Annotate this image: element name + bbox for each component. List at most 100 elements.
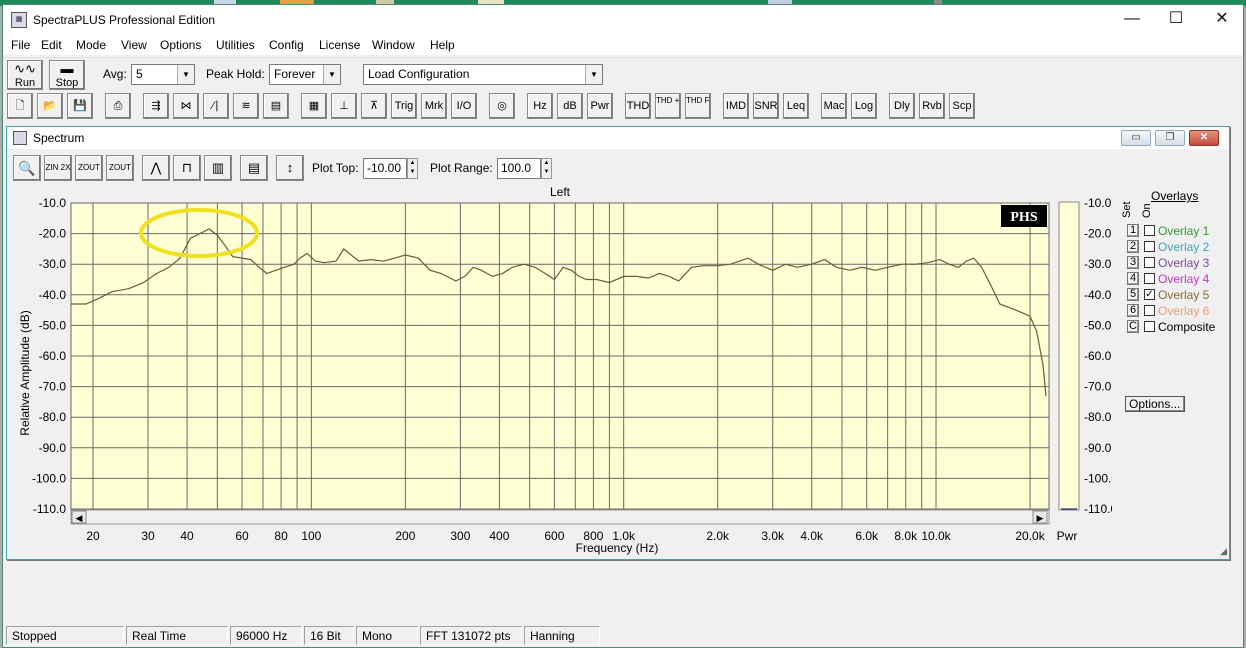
- overlay-on-checkbox[interactable]: [1144, 305, 1155, 316]
- generator-icon[interactable]: ⇶: [143, 93, 169, 119]
- close-button[interactable]: ✕: [1199, 5, 1245, 35]
- pwr-button[interactable]: Pwr: [587, 93, 613, 119]
- snr-button[interactable]: SNR: [753, 93, 779, 119]
- status-bit-depth: 16 Bit: [304, 626, 354, 645]
- scp-button[interactable]: Scp: [949, 93, 975, 119]
- time-series-icon[interactable]: ∕∣: [203, 93, 229, 119]
- log-button[interactable]: Log: [851, 93, 877, 119]
- print-icon[interactable]: ⎙: [105, 93, 131, 119]
- overlay-on-checkbox[interactable]: [1144, 225, 1155, 236]
- title-bar: ▦ SpectraPLUS Professional Edition — ☐ ✕: [3, 5, 1243, 35]
- menu-mode[interactable]: Mode: [76, 38, 106, 52]
- y-tick-label-right: -90.0: [1084, 441, 1112, 455]
- overlay-row: 1 Overlay 1: [1117, 223, 1227, 239]
- scroll-left-arrow-icon: ◀: [76, 513, 83, 523]
- y-tick-label-right: -80.0: [1084, 410, 1112, 424]
- overlay-set-button[interactable]: 1: [1127, 224, 1139, 237]
- sine-wave-icon: ∿∿: [14, 61, 36, 76]
- x-tick-label: 4.0k: [800, 529, 824, 543]
- overlay-on-checkbox[interactable]: [1144, 241, 1155, 252]
- configuration-value: Load Configuration: [368, 67, 470, 81]
- menu-view[interactable]: View: [121, 38, 147, 52]
- horizontal-scrollbar[interactable]: ◀ ▶: [70, 509, 1050, 525]
- io-button[interactable]: I/O: [451, 93, 477, 119]
- menu-options[interactable]: Options: [160, 38, 201, 52]
- status-mode: Real Time: [126, 626, 228, 645]
- overlay-on-checkbox[interactable]: [1144, 273, 1155, 284]
- db-button[interactable]: dB: [557, 93, 583, 119]
- overlay-row: C Composite: [1117, 319, 1227, 335]
- maximize-button[interactable]: ☐: [1153, 5, 1199, 35]
- chevron-down-icon[interactable]: ▼: [323, 65, 340, 84]
- y-tick-label: -90.0: [39, 441, 67, 455]
- leq-button[interactable]: Leq: [783, 93, 809, 119]
- menu-edit[interactable]: Edit: [41, 38, 62, 52]
- menu-bar: File Edit Mode View Options Utilities Co…: [3, 35, 1243, 55]
- spectrum-window: Spectrum ▭ ❐ ✕ 🔍 ZIN 2X ZOUT 2X ZOUT FUL…: [6, 126, 1230, 560]
- overlay-on-checkbox[interactable]: [1144, 257, 1155, 268]
- open-folder-icon[interactable]: 📂: [37, 93, 63, 119]
- y-axis-label: Relative Amplitude (dB): [18, 310, 32, 435]
- menu-config[interactable]: Config: [269, 38, 304, 52]
- peak-hold-select[interactable]: Forever ▼: [269, 64, 341, 85]
- channel-label: Left: [550, 185, 571, 199]
- thd-freq-button[interactable]: THD Freq: [685, 93, 711, 119]
- mdi-restore-button[interactable]: ❐: [1155, 130, 1185, 146]
- minimize-button[interactable]: —: [1109, 5, 1155, 35]
- run-button[interactable]: ∿∿ Run: [7, 60, 43, 90]
- avg-value: 5: [136, 67, 143, 81]
- menu-license[interactable]: License: [319, 38, 360, 52]
- stop-label: Stop: [55, 77, 79, 89]
- menu-utilities[interactable]: Utilities: [216, 38, 255, 52]
- y-tick-label-right: -30.0: [1084, 257, 1112, 271]
- thd-n-button[interactable]: THD +N: [655, 93, 681, 119]
- dly-button[interactable]: Dly: [889, 93, 915, 119]
- spectrogram-icon[interactable]: ▤: [263, 93, 289, 119]
- menu-file[interactable]: File: [11, 38, 30, 52]
- trig-button[interactable]: Trig: [391, 93, 417, 119]
- chevron-down-icon[interactable]: ▼: [585, 65, 602, 84]
- on-column-label: On: [1141, 203, 1153, 218]
- settings-panel-icon[interactable]: ▦: [301, 93, 327, 119]
- rvb-button[interactable]: Rvb: [919, 93, 945, 119]
- save-disk-icon[interactable]: 💾: [67, 93, 93, 119]
- mrk-button[interactable]: Mrk: [421, 93, 447, 119]
- filter-icon[interactable]: ⋈: [173, 93, 199, 119]
- configuration-select[interactable]: Load Configuration ▼: [363, 64, 603, 85]
- set-column-label: Set: [1121, 201, 1133, 218]
- hz-button[interactable]: Hz: [527, 93, 553, 119]
- menu-help[interactable]: Help: [430, 38, 455, 52]
- y-tick-label: -100.0: [32, 471, 66, 485]
- mdi-close-button[interactable]: ✕: [1189, 130, 1219, 146]
- y-tick-label: -30.0: [39, 257, 67, 271]
- overlay-set-button[interactable]: 6: [1127, 304, 1139, 317]
- signal-generator-icon[interactable]: ◎: [489, 93, 515, 119]
- calibration-icon[interactable]: ⊼: [361, 93, 387, 119]
- overlay-options-button[interactable]: Options...: [1125, 396, 1185, 412]
- overlay-set-button[interactable]: C: [1127, 320, 1139, 333]
- y-tick-label-right: -70.0: [1084, 380, 1112, 394]
- mdi-minimize-button[interactable]: ▭: [1121, 130, 1151, 146]
- y-tick-label: -20.0: [39, 227, 67, 241]
- overlay-row: 4 Overlay 4: [1117, 271, 1227, 287]
- imd-button[interactable]: IMD: [723, 93, 749, 119]
- new-file-icon[interactable]: 🗋: [7, 93, 33, 119]
- overlay-set-button[interactable]: 5: [1127, 288, 1139, 301]
- phase-icon[interactable]: ≋: [233, 93, 259, 119]
- thd-button[interactable]: THD: [625, 93, 651, 119]
- overlay-set-button[interactable]: 3: [1127, 256, 1139, 269]
- resize-grip-icon[interactable]: ◢: [1220, 546, 1227, 557]
- spectrum-chart: -10.0 -20.0 -30.0 -40.0 -50.0 -60.0 -70.0 -80.0…: [18, 185, 1112, 555]
- overlay-on-checkbox[interactable]: [1144, 321, 1155, 332]
- app-icon: ▦: [11, 12, 27, 28]
- overlay-set-button[interactable]: 2: [1127, 240, 1139, 253]
- avg-select[interactable]: 5 ▼: [131, 64, 195, 85]
- chevron-down-icon[interactable]: ▼: [177, 65, 194, 84]
- main-toolbar: ∿∿ Run ▬ Stop Avg: 5 ▼ Peak Hold: Foreve…: [3, 57, 1243, 91]
- overlay-set-button[interactable]: 4: [1127, 272, 1139, 285]
- stop-button[interactable]: ▬ Stop: [49, 60, 85, 90]
- mac-button[interactable]: Mac: [821, 93, 847, 119]
- scale-icon[interactable]: ⊥: [331, 93, 357, 119]
- menu-window[interactable]: Window: [372, 38, 415, 52]
- overlay-on-checkbox[interactable]: ✓: [1144, 289, 1155, 300]
